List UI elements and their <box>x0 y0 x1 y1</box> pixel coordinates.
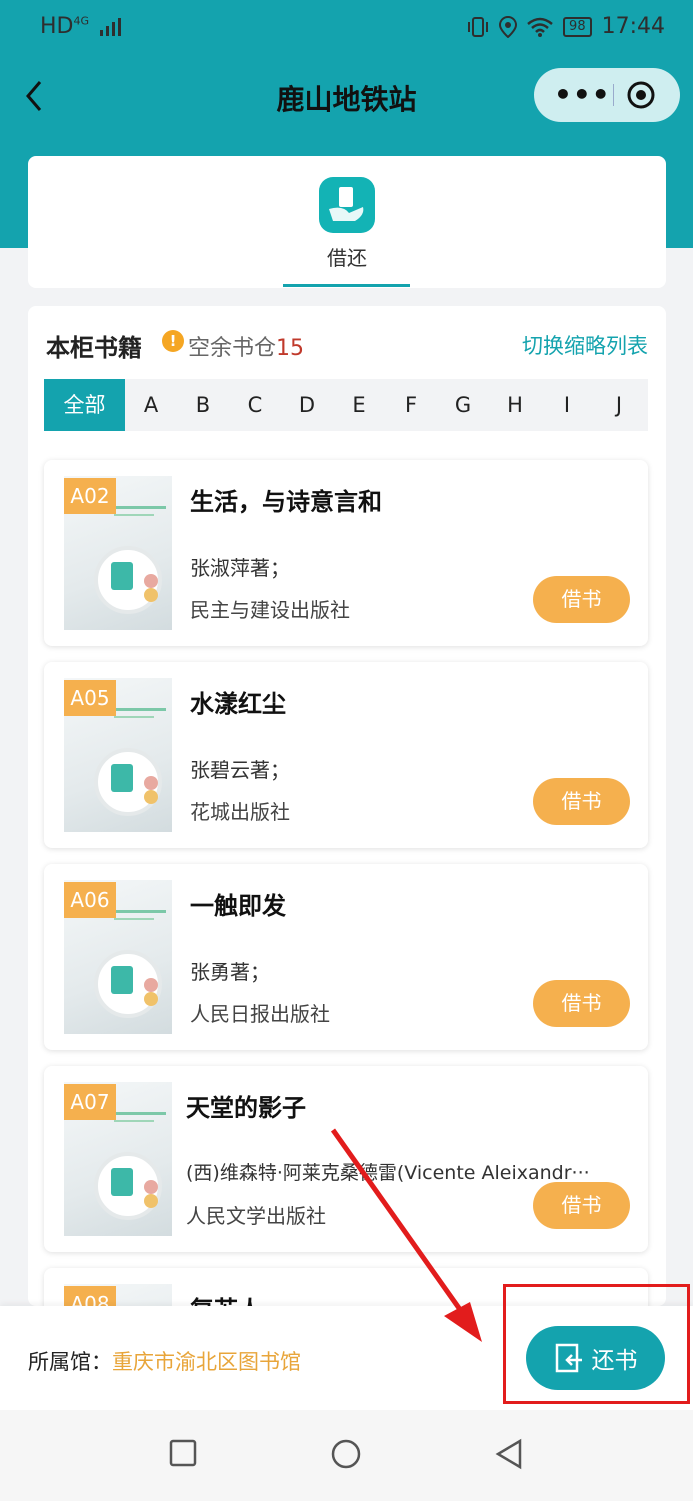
book-item[interactable]: A02 生活，与诗意言和 张淑萍著； 民主与建设出版社 借书 <box>44 460 648 646</box>
function-tab-card: 借还 <box>28 156 666 288</box>
filter-e[interactable]: E <box>333 393 385 417</box>
letter-filter-bar: 全部 A B C D E F G H I J <box>44 379 648 431</box>
book-publisher: 民主与建设出版社 <box>190 598 350 622</box>
borrow-button[interactable]: 借书 <box>533 778 630 825</box>
exclamation-icon: ! <box>162 330 184 352</box>
free-slots: 空余书仓15 <box>188 330 304 362</box>
vibrate-icon <box>468 16 489 37</box>
status-bar: HD4G 98 17:44 <box>0 0 693 56</box>
book-title: 一触即发 <box>190 892 286 920</box>
filter-b[interactable]: B <box>177 393 229 417</box>
filter-a[interactable]: A <box>125 393 177 417</box>
back-nav-icon[interactable] <box>494 1438 524 1470</box>
slot-badge: A07 <box>64 1084 116 1120</box>
battery-icon: 98 <box>563 16 592 37</box>
book-publisher: 人民日报出版社 <box>190 1002 330 1026</box>
miniprogram-capsule: ••• <box>534 68 680 122</box>
book-title: 生活，与诗意言和 <box>190 488 382 516</box>
free-slots-label: 空余书仓 <box>188 336 277 361</box>
tab-active-indicator <box>283 284 410 287</box>
book-author: 张碧云著； <box>190 758 290 782</box>
system-nav-bar <box>0 1410 693 1501</box>
book-author: 张勇著； <box>190 960 270 984</box>
slot-badge: A02 <box>64 478 116 514</box>
filter-g[interactable]: G <box>437 393 489 417</box>
tab-borrow-return[interactable]: 借还 <box>28 242 666 271</box>
filter-c[interactable]: C <box>229 393 281 417</box>
borrow-button[interactable]: 借书 <box>533 576 630 623</box>
free-slots-count: 15 <box>276 336 305 361</box>
slot-badge: A05 <box>64 680 116 716</box>
filter-i[interactable]: I <box>541 393 593 417</box>
switch-thumbnail-list-link[interactable]: 切换缩略列表 <box>522 330 648 360</box>
borrow-button[interactable]: 借书 <box>533 980 630 1027</box>
book-item[interactable]: A07 天堂的影子 (西)维森特·阿莱克桑德雷(Vicente Aleixand… <box>44 1066 648 1252</box>
book-author: (西)维森特·阿莱克桑德雷(Vicente Aleixandr··· <box>186 1162 590 1184</box>
filter-all[interactable]: 全部 <box>44 379 125 431</box>
book-publisher: 人民文学出版社 <box>186 1204 326 1228</box>
clock: 17:44 <box>601 14 665 39</box>
wifi-icon <box>527 17 553 37</box>
library-label: 所属馆： <box>28 1350 112 1374</box>
book-publisher: 花城出版社 <box>190 800 290 824</box>
borrow-button[interactable]: 借书 <box>533 1182 630 1229</box>
network-indicator: HD4G <box>40 14 122 39</box>
filter-j[interactable]: J <box>593 393 645 417</box>
annotation-highlight-box <box>503 1284 690 1404</box>
recent-apps-icon[interactable] <box>168 1438 198 1468</box>
hand-book-icon <box>329 187 364 221</box>
filter-h[interactable]: H <box>489 393 541 417</box>
close-miniprogram-button[interactable] <box>626 80 656 110</box>
book-item[interactable]: A06 一触即发 张勇著； 人民日报出版社 借书 <box>44 864 648 1050</box>
library-info: 所属馆：重庆市渝北区图书馆 <box>28 1346 301 1376</box>
book-title: 水漾红尘 <box>190 690 286 718</box>
home-icon[interactable] <box>330 1438 362 1470</box>
shelf-card: 本柜书籍 ! 空余书仓15 切换缩略列表 全部 A B C D E F G H … <box>28 306 666 1338</box>
filter-d[interactable]: D <box>281 393 333 417</box>
library-name[interactable]: 重庆市渝北区图书馆 <box>112 1350 301 1374</box>
shelf-title: 本柜书籍 <box>46 334 142 362</box>
nav-bar: 鹿山地铁站 ••• <box>0 56 693 136</box>
location-icon <box>499 15 518 38</box>
status-icons: 98 17:44 <box>467 14 665 39</box>
network-label: HD <box>40 14 74 39</box>
capsule-divider <box>613 84 614 106</box>
more-button[interactable]: ••• <box>554 68 610 122</box>
signal-icon <box>100 18 122 36</box>
signal-type: 4G <box>73 14 90 28</box>
book-title: 天堂的影子 <box>186 1094 306 1122</box>
slot-badge: A06 <box>64 882 116 918</box>
book-author: 张淑萍著； <box>190 556 290 580</box>
filter-f[interactable]: F <box>385 393 437 417</box>
book-item[interactable]: A05 水漾红尘 张碧云著； 花城出版社 借书 <box>44 662 648 848</box>
borrow-return-icon[interactable] <box>319 177 375 233</box>
